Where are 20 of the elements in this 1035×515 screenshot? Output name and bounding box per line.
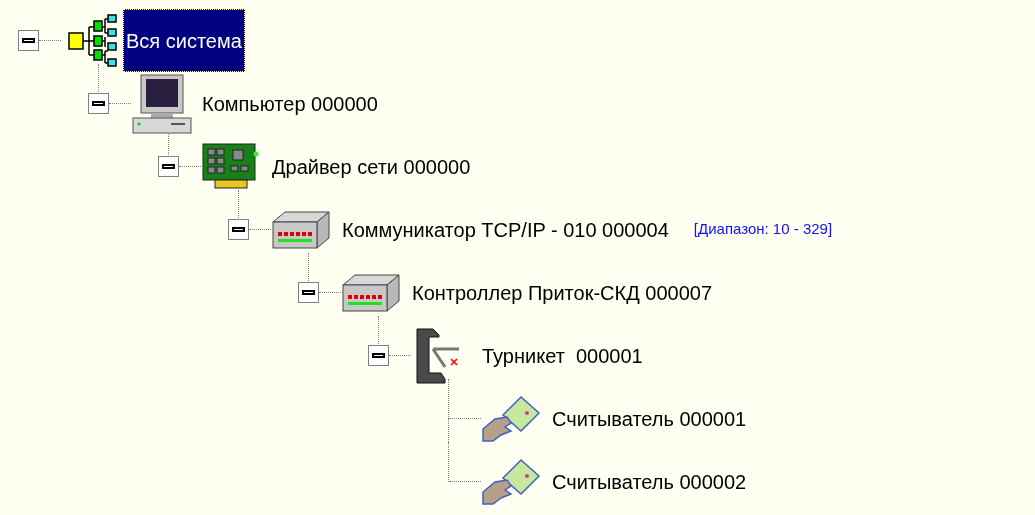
tree-item-label[interactable]: Вся система	[123, 9, 245, 72]
device-box-icon	[271, 209, 331, 250]
expander-button[interactable]	[18, 30, 39, 51]
expander-button[interactable]	[298, 282, 319, 303]
expander-button[interactable]	[88, 93, 109, 114]
tree-item-label[interactable]: Турникет 000001	[479, 342, 646, 369]
card-reader-icon	[481, 457, 541, 506]
card-reader-icon	[481, 394, 541, 443]
tree-item-label[interactable]: Коммуникатор TCP/IP - 010 000004	[339, 216, 672, 243]
range-note: [Диапазон: 10 - 329]	[693, 219, 833, 240]
tree-item-label[interactable]: Считыватель 000001	[549, 405, 750, 432]
expander-button[interactable]	[228, 219, 249, 240]
tree-item-label[interactable]: Считыватель 000002	[549, 468, 750, 495]
expander-button[interactable]	[368, 345, 389, 366]
expander-button[interactable]	[158, 156, 179, 177]
tree-item-label[interactable]: Драйвер сети 000000	[269, 153, 474, 180]
device-box-icon	[341, 272, 401, 313]
computer-icon	[131, 72, 193, 135]
tree-item-label[interactable]: Компьютер 000000	[199, 90, 381, 117]
tree-item-label[interactable]: Контроллер Приток-СКД 000007	[409, 279, 715, 306]
